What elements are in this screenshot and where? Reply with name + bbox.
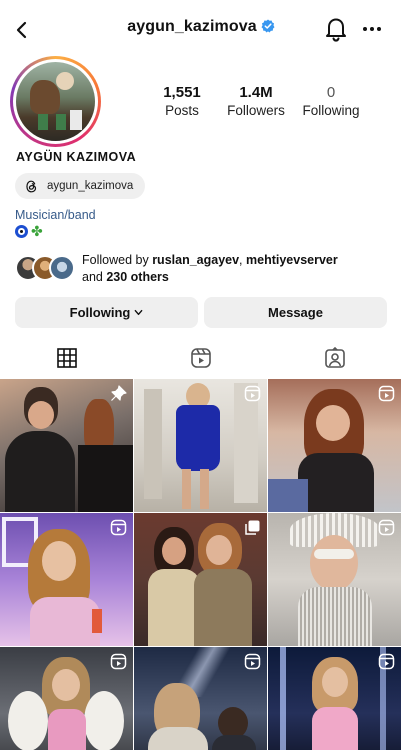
top-bar: aygun_kazimova	[0, 0, 402, 58]
avatar-frame	[13, 59, 98, 144]
mutual-follower-1: ruslan_agayev	[152, 253, 240, 267]
post-thumbnail[interactable]	[0, 379, 133, 512]
post-thumbnail[interactable]	[134, 513, 267, 646]
following-button-label: Following	[69, 305, 131, 320]
reel-icon	[378, 653, 395, 670]
avatar	[49, 255, 75, 281]
following-count[interactable]: 0 Following	[300, 84, 362, 118]
pin-icon	[111, 385, 127, 401]
post-thumbnail[interactable]	[134, 379, 267, 512]
reel-icon	[244, 385, 261, 402]
profile-content-tabs	[0, 336, 402, 380]
post-thumbnail[interactable]	[0, 647, 133, 750]
post-thumbnail[interactable]	[268, 513, 401, 646]
reel-icon	[244, 653, 261, 670]
posts-count-value: 1,551	[163, 84, 201, 101]
posts-count-label: Posts	[165, 103, 199, 118]
message-button-label: Message	[268, 305, 323, 320]
following-count-label: Following	[302, 103, 360, 118]
following-button[interactable]: Following	[15, 297, 198, 328]
tab-posts-grid[interactable]	[0, 336, 134, 380]
followed-by-prefix: Followed by	[82, 253, 149, 267]
post-thumbnail[interactable]	[268, 379, 401, 512]
username-text: aygun_kazimova	[127, 18, 257, 35]
reels-icon	[191, 348, 211, 368]
bio-emojis: ✤	[15, 223, 46, 240]
bell-icon	[326, 18, 346, 42]
followed-by-text[interactable]: Followed by ruslan_agayev, mehtiyevserve…	[82, 252, 392, 286]
more-dots-icon	[363, 27, 381, 31]
four-leaf-clover-icon: ✤	[31, 223, 46, 239]
reel-icon	[378, 519, 395, 536]
reel-icon	[110, 519, 127, 536]
more-options-button[interactable]	[360, 16, 386, 44]
post-thumbnail[interactable]	[134, 647, 267, 750]
reel-icon	[378, 385, 395, 402]
threads-profile-link[interactable]: aygun_kazimova	[15, 173, 146, 199]
post-thumbnail[interactable]	[268, 647, 401, 750]
chevron-down-icon	[134, 309, 143, 316]
tab-reels[interactable]	[134, 336, 268, 380]
mutual-follower-2: mehtiyevserver	[246, 253, 338, 267]
posts-count[interactable]: 1,551 Posts	[157, 84, 207, 118]
reel-icon	[110, 653, 127, 670]
message-button[interactable]: Message	[204, 297, 387, 328]
grid-icon	[57, 348, 77, 368]
nazar-amulet-icon	[15, 225, 28, 238]
followers-count-label: Followers	[227, 103, 285, 118]
mutual-followers-others: 230 others	[106, 270, 169, 284]
followers-count[interactable]: 1.4M Followers	[222, 84, 290, 118]
post-thumbnail[interactable]	[0, 513, 133, 646]
followers-count-value: 1.4M	[239, 84, 273, 101]
tab-tagged[interactable]	[268, 336, 402, 380]
mutual-followers-avatars[interactable]	[15, 255, 77, 283]
verified-badge-icon	[261, 19, 275, 33]
avatar	[16, 62, 95, 141]
following-count-value: 0	[326, 84, 336, 101]
profile-display-name: AYGÜN KAZIMOVA	[16, 150, 137, 164]
followed-by-joiner: and	[82, 270, 103, 284]
notifications-button[interactable]	[324, 16, 350, 44]
threads-handle: aygun_kazimova	[47, 180, 134, 192]
profile-category[interactable]: Musician/band	[15, 208, 96, 222]
profile-avatar-story-ring[interactable]	[10, 56, 101, 147]
threads-icon	[26, 180, 37, 192]
tagged-icon	[325, 347, 345, 368]
carousel-icon	[245, 520, 260, 535]
